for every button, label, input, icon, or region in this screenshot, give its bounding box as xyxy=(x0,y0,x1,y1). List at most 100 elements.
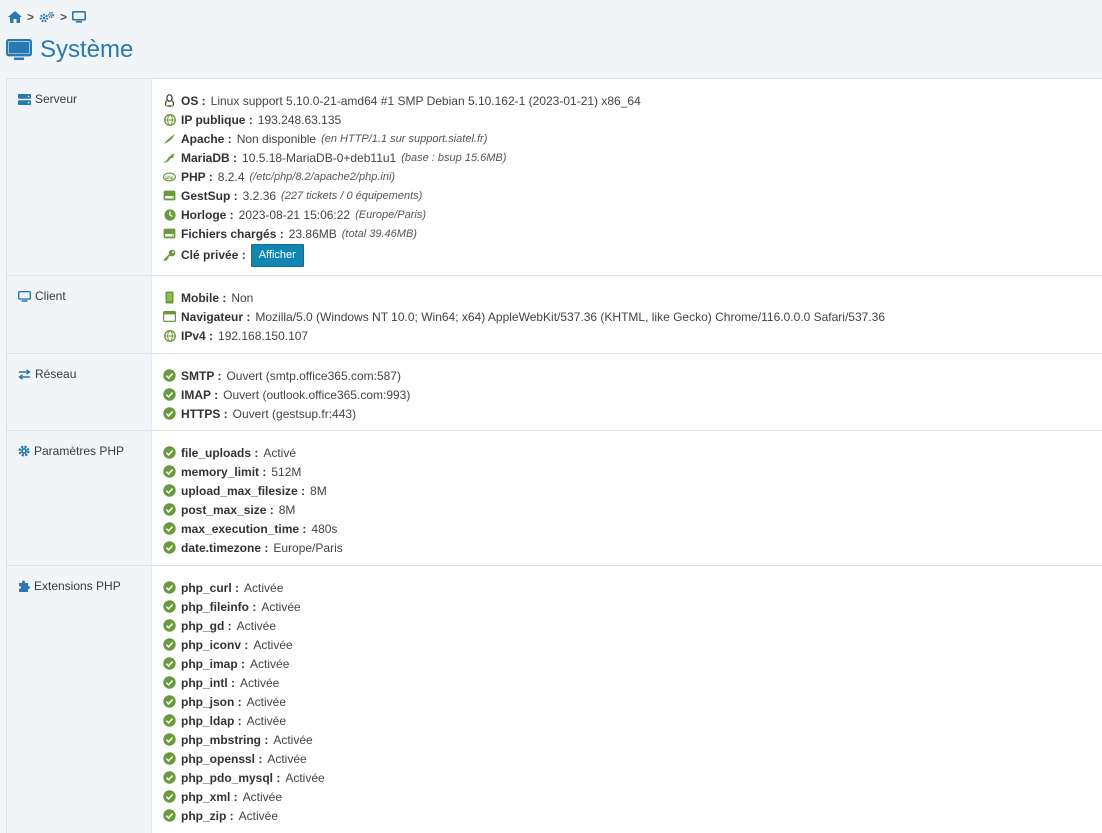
globe-icon xyxy=(163,113,176,126)
info-line-php-mbstring: php_mbstring : Activée xyxy=(163,730,1102,749)
check-circle-icon xyxy=(163,790,176,803)
info-note: (227 tickets / 0 équipements) xyxy=(281,189,423,202)
info-line-ip-publique: IP publique : 193.248.63.135 xyxy=(163,110,1102,129)
check-circle-icon xyxy=(163,619,176,632)
info-label: php_mbstring : xyxy=(181,732,269,747)
check-circle-icon xyxy=(163,388,176,401)
section-label: Réseau xyxy=(35,367,77,381)
info-label: php_iconv : xyxy=(181,637,249,652)
info-value: 8M xyxy=(278,502,296,517)
info-note: (/etc/php/8.2/apache2/php.ini) xyxy=(249,170,396,183)
info-value: 192.168.150.107 xyxy=(218,328,309,343)
info-line-post-max-size: post_max_size : 8M xyxy=(163,500,1102,519)
info-label: Horloge : xyxy=(181,207,234,222)
check-circle-icon xyxy=(163,522,176,535)
info-label: max_execution_time : xyxy=(181,521,307,536)
info-value: Ouvert (gestsup.fr:443) xyxy=(232,406,357,421)
section-label: Extensions PHP xyxy=(34,579,121,593)
gear-icon xyxy=(18,445,30,457)
info-value: Activée xyxy=(246,694,287,709)
info-line-memory-limit: memory_limit : 512M xyxy=(163,462,1102,481)
info-line-mobile: Mobile : Non xyxy=(163,288,1102,307)
info-value: Activée xyxy=(285,770,325,785)
info-line-file-uploads: file_uploads : Activé xyxy=(163,443,1102,462)
info-label: MariaDB : xyxy=(181,150,238,165)
breadcrumb-separator: > xyxy=(60,10,68,24)
info-line-php-zip: php_zip : Activée xyxy=(163,806,1102,825)
seal-icon xyxy=(163,151,176,164)
info-line-php-intl: php_intl : Activée xyxy=(163,673,1102,692)
info-label: SMTP : xyxy=(181,368,222,383)
info-label: php_curl : xyxy=(181,580,240,595)
window-icon xyxy=(163,310,176,323)
info-line-horloge: Horloge : 2023-08-21 15:06:22 (Europe/Pa… xyxy=(163,205,1102,224)
section-extensions-php: Extensions PHP php_curl : Activée php_fil… xyxy=(7,566,1102,833)
info-value: 193.248.63.135 xyxy=(257,112,342,127)
info-value: Non disponible xyxy=(236,131,317,146)
info-value: Activée xyxy=(244,580,284,595)
monitor-icon xyxy=(6,39,32,61)
info-value: Ouvert (outlook.office365.com:993) xyxy=(223,387,411,402)
info-value: Non xyxy=(231,290,254,305)
info-value: Activé xyxy=(263,445,297,460)
info-label: memory_limit : xyxy=(181,464,267,479)
info-line-php-iconv: php_iconv : Activée xyxy=(163,635,1102,654)
section-parametres-php: Paramètres PHP file_uploads : Activé mem… xyxy=(7,431,1102,566)
info-line-fichiers: Fichiers chargés : 23.86MB (total 39.46M… xyxy=(163,224,1102,243)
breadcrumb-separator: > xyxy=(27,10,35,24)
info-value: 480s xyxy=(311,521,338,536)
check-circle-icon xyxy=(163,465,176,478)
php-icon: php xyxy=(163,170,176,183)
info-value: 3.2.36 xyxy=(242,188,277,203)
afficher-button[interactable]: Afficher xyxy=(250,243,304,267)
info-line-php-pdo-mysql: php_pdo_mysql : Activée xyxy=(163,768,1102,787)
info-value: Activée xyxy=(238,808,279,823)
info-label: php_ldap : xyxy=(181,713,242,728)
check-circle-icon xyxy=(163,581,176,594)
info-value: Activée xyxy=(250,656,290,671)
info-line-imap: IMAP : Ouvert (outlook.office365.com:993… xyxy=(163,385,1102,404)
info-line-php-gd: php_gd : Activée xyxy=(163,616,1102,635)
monitor-icon[interactable] xyxy=(72,11,87,23)
section-label: Serveur xyxy=(35,92,78,106)
info-label: IPv4 : xyxy=(181,328,214,343)
info-line-php-fileinfo: php_fileinfo : Activée xyxy=(163,597,1102,616)
system-panel: Serveur OS : Linux support 5.10.0-21-amd… xyxy=(6,78,1102,833)
check-circle-icon xyxy=(163,695,176,708)
page-title: Système xyxy=(6,36,133,64)
info-note: (en HTTP/1.1 sur support.siatel.fr) xyxy=(321,132,488,145)
svg-text:php: php xyxy=(165,174,174,179)
info-line-date-timezone: date.timezone : Europe/Paris xyxy=(163,538,1102,557)
breadcrumb: > > xyxy=(8,8,87,26)
info-label: Fichiers chargés : xyxy=(181,226,284,241)
check-circle-icon xyxy=(163,676,176,689)
info-label: php_gd : xyxy=(181,618,232,633)
section-serveur: Serveur OS : Linux support 5.10.0-21-amd… xyxy=(7,79,1102,276)
home-icon[interactable] xyxy=(8,11,22,23)
info-value: Activée xyxy=(236,618,277,633)
globe-icon xyxy=(163,329,176,342)
info-value: Ouvert (smtp.office365.com:587) xyxy=(226,368,401,383)
exchange-icon xyxy=(18,368,31,380)
info-label: php_pdo_mysql : xyxy=(181,770,281,785)
check-circle-icon xyxy=(163,657,176,670)
info-label: OS : xyxy=(181,93,206,108)
info-value: 2023-08-21 15:06:22 xyxy=(238,207,351,222)
info-line-gestsup: GestSup : 3.2.36 (227 tickets / 0 équipe… xyxy=(163,186,1102,205)
info-label: PHP : xyxy=(181,169,213,184)
check-circle-icon xyxy=(163,733,176,746)
linux-icon xyxy=(163,94,176,107)
info-label: IMAP : xyxy=(181,387,219,402)
info-label: file_uploads : xyxy=(181,445,259,460)
info-note: (Europe/Paris) xyxy=(355,208,427,221)
info-line-max-execution-time: max_execution_time : 480s xyxy=(163,519,1102,538)
info-note: (base : bsup 15.6MB) xyxy=(401,151,507,164)
info-label: php_openssl : xyxy=(181,751,263,766)
check-circle-icon xyxy=(163,809,176,822)
check-circle-icon xyxy=(163,752,176,765)
info-line-apache: Apache : Non disponible (en HTTP/1.1 sur… xyxy=(163,129,1102,148)
gears-icon[interactable] xyxy=(39,11,55,23)
info-value: Activée xyxy=(242,789,283,804)
info-value: Activée xyxy=(253,637,293,652)
info-line-php-curl: php_curl : Activée xyxy=(163,578,1102,597)
